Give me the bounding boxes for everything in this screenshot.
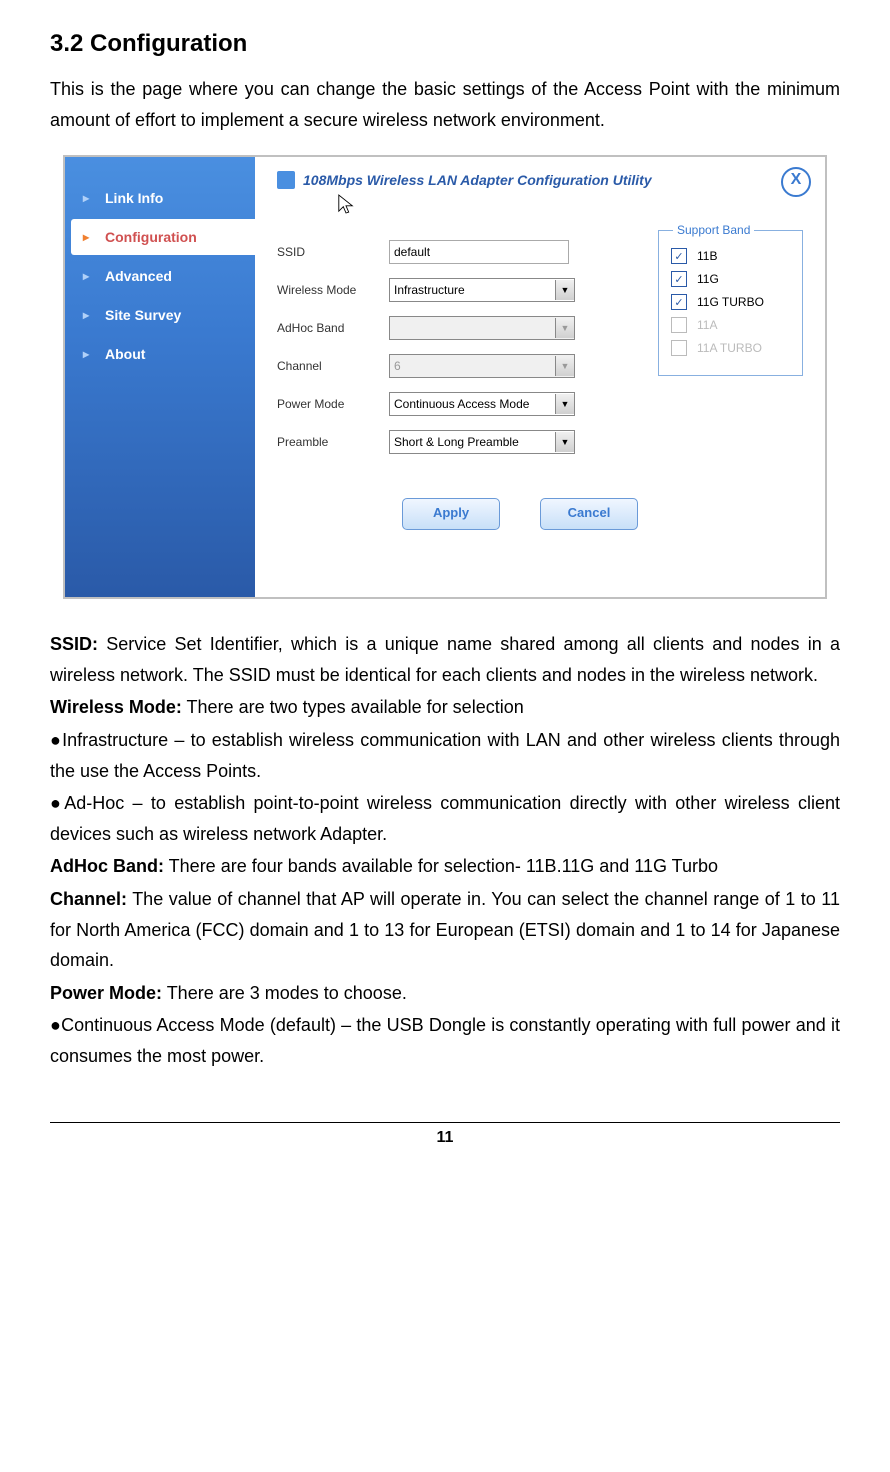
chevron-down-icon: ▼ [555, 432, 574, 452]
sidebar-item-link-info[interactable]: ▸ Link Info [65, 180, 255, 216]
sidebar-item-site-survey[interactable]: ▸ Site Survey [65, 297, 255, 333]
close-button[interactable]: X [781, 167, 811, 197]
chevron-icon: ▸ [83, 269, 95, 283]
sidebar-label: About [105, 346, 145, 362]
checkbox-11b[interactable]: ✓ [671, 248, 687, 264]
app-icon [277, 171, 295, 189]
channel-dropdown: 6▼ [389, 354, 575, 378]
power-mode-label: Power Mode [277, 397, 389, 411]
sidebar: ▸ Link Info ▸ Configuration ▸ Advanced ▸ Sit… [65, 157, 255, 597]
checkbox-11a [671, 317, 687, 333]
sidebar-label: Configuration [105, 229, 197, 245]
description-text: SSID: Service Set Identifier, which is a… [50, 629, 840, 1071]
adhoc-band-dropdown: ▼ [389, 316, 575, 340]
sidebar-label: Site Survey [105, 307, 181, 323]
desc-channel: The value of channel that AP will operat… [50, 889, 840, 970]
app-window: ▸ Link Info ▸ Configuration ▸ Advanced ▸ Sit… [63, 155, 827, 599]
desc-wmode-bullet2: ●Ad-Hoc – to establish point-to-point wi… [50, 788, 840, 849]
chevron-down-icon: ▼ [555, 394, 574, 414]
preamble-dropdown[interactable]: Short & Long Preamble▼ [389, 430, 575, 454]
desc-ssid: Service Set Identifier, which is a uniqu… [50, 634, 840, 685]
chevron-down-icon: ▼ [555, 356, 574, 376]
preamble-label: Preamble [277, 435, 389, 449]
sidebar-label: Link Info [105, 190, 163, 206]
wireless-mode-dropdown[interactable]: Infrastructure▼ [389, 278, 575, 302]
power-mode-dropdown[interactable]: Continuous Access Mode▼ [389, 392, 575, 416]
ssid-input[interactable] [389, 240, 569, 264]
support-band-legend: Support Band [673, 223, 754, 237]
checkbox-label: 11A [697, 318, 717, 332]
main-panel: X 108Mbps Wireless LAN Adapter Configura… [255, 157, 825, 597]
desc-power-bullet1: ●Continuous Access Mode (default) – the … [50, 1010, 840, 1071]
term-adhoc-band: AdHoc Band: [50, 856, 164, 876]
panel-title: 108Mbps Wireless LAN Adapter Configurati… [277, 171, 803, 189]
intro-paragraph: This is the page where you can change th… [50, 74, 840, 135]
desc-wmode: There are two types available for select… [182, 697, 524, 717]
checkbox-11g[interactable]: ✓ [671, 271, 687, 287]
sidebar-item-configuration[interactable]: ▸ Configuration [71, 219, 255, 255]
chevron-icon: ▸ [83, 308, 95, 322]
term-wireless-mode: Wireless Mode: [50, 697, 182, 717]
ssid-label: SSID [277, 245, 389, 259]
cancel-button[interactable]: Cancel [540, 498, 638, 530]
chevron-icon: ▸ [83, 347, 95, 361]
sidebar-item-advanced[interactable]: ▸ Advanced [65, 258, 255, 294]
chevron-down-icon: ▼ [555, 280, 574, 300]
form-fields: SSID Wireless Mode Infrastructure▼ AdHoc… [277, 226, 644, 468]
checkbox-11g-turbo[interactable]: ✓ [671, 294, 687, 310]
panel-title-text: 108Mbps Wireless LAN Adapter Configurati… [303, 172, 652, 188]
desc-wmode-bullet1: ●Infrastructure – to establish wireless … [50, 725, 840, 786]
checkbox-label: 11G [697, 272, 719, 286]
desc-adhoc: There are four bands available for selec… [164, 856, 718, 876]
support-band-panel: Support Band ✓11B ✓11G ✓11G TURBO 11A 11… [658, 230, 803, 468]
checkbox-label: 11G TURBO [697, 295, 764, 309]
chevron-icon: ▸ [83, 230, 95, 244]
checkbox-11a-turbo [671, 340, 687, 356]
page-number: 11 [50, 1122, 840, 1147]
sidebar-item-about[interactable]: ▸ About [65, 336, 255, 372]
section-title: 3.2 Configuration [50, 30, 840, 58]
term-ssid: SSID: [50, 634, 98, 654]
checkbox-label: 11B [697, 249, 717, 263]
wireless-mode-label: Wireless Mode [277, 283, 389, 297]
checkbox-label: 11A TURBO [697, 341, 762, 355]
term-power-mode: Power Mode: [50, 983, 162, 1003]
desc-power: There are 3 modes to choose. [162, 983, 407, 1003]
channel-label: Channel [277, 359, 389, 373]
chevron-down-icon: ▼ [555, 318, 574, 338]
chevron-icon: ▸ [83, 191, 95, 205]
sidebar-label: Advanced [105, 268, 172, 284]
adhoc-band-label: AdHoc Band [277, 321, 389, 335]
term-channel: Channel: [50, 889, 127, 909]
cursor-icon [337, 193, 355, 215]
apply-button[interactable]: Apply [402, 498, 500, 530]
